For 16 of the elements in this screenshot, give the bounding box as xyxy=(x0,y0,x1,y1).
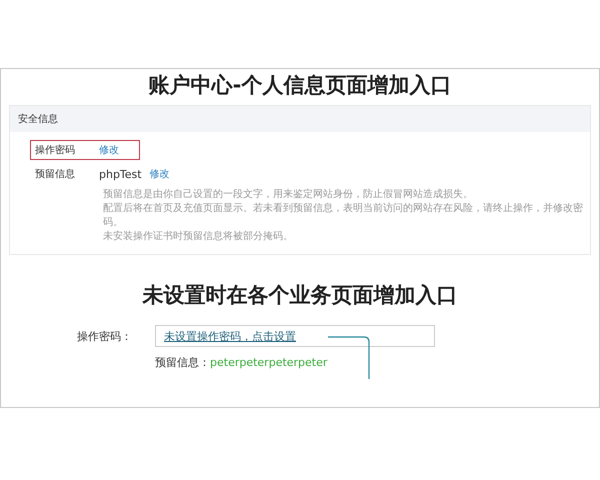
edit-link[interactable]: 修改 xyxy=(99,143,119,157)
section-title: 未设置时在各个业务页面增加入口 xyxy=(142,282,458,309)
input-field[interactable]: 未设置操作密码，点击设置 xyxy=(155,325,435,347)
setup-link[interactable]: 未设置操作密码，点击设置 xyxy=(164,328,296,344)
field-value: phpTest xyxy=(99,168,142,180)
panel-header: 安全信息 xyxy=(10,106,590,132)
description-line: 未安装操作证书时预留信息将被部分掩码。 xyxy=(103,230,294,244)
field-label: 操作密码： xyxy=(77,328,133,344)
description-line: 预留信息是由你自己设置的一段文字，用来鉴定网站身份，防止假冒网站造成损失。 xyxy=(103,188,474,202)
field-label: 操作密码 xyxy=(35,144,76,157)
edit-link[interactable]: 修改 xyxy=(150,167,170,181)
field-label: 预留信息 xyxy=(35,168,76,181)
description-line: 配置后将在首页及充值页面显示。若未看到预留信息，表明当前访问的网站存在风险，请终止操作，并修改密码。 xyxy=(103,202,584,230)
page-title: 账户中心-个人信息页面增加入口 xyxy=(148,72,452,99)
field-value: peterpeterpeterpeter xyxy=(210,356,328,369)
field-label: 预留信息： xyxy=(155,355,210,370)
